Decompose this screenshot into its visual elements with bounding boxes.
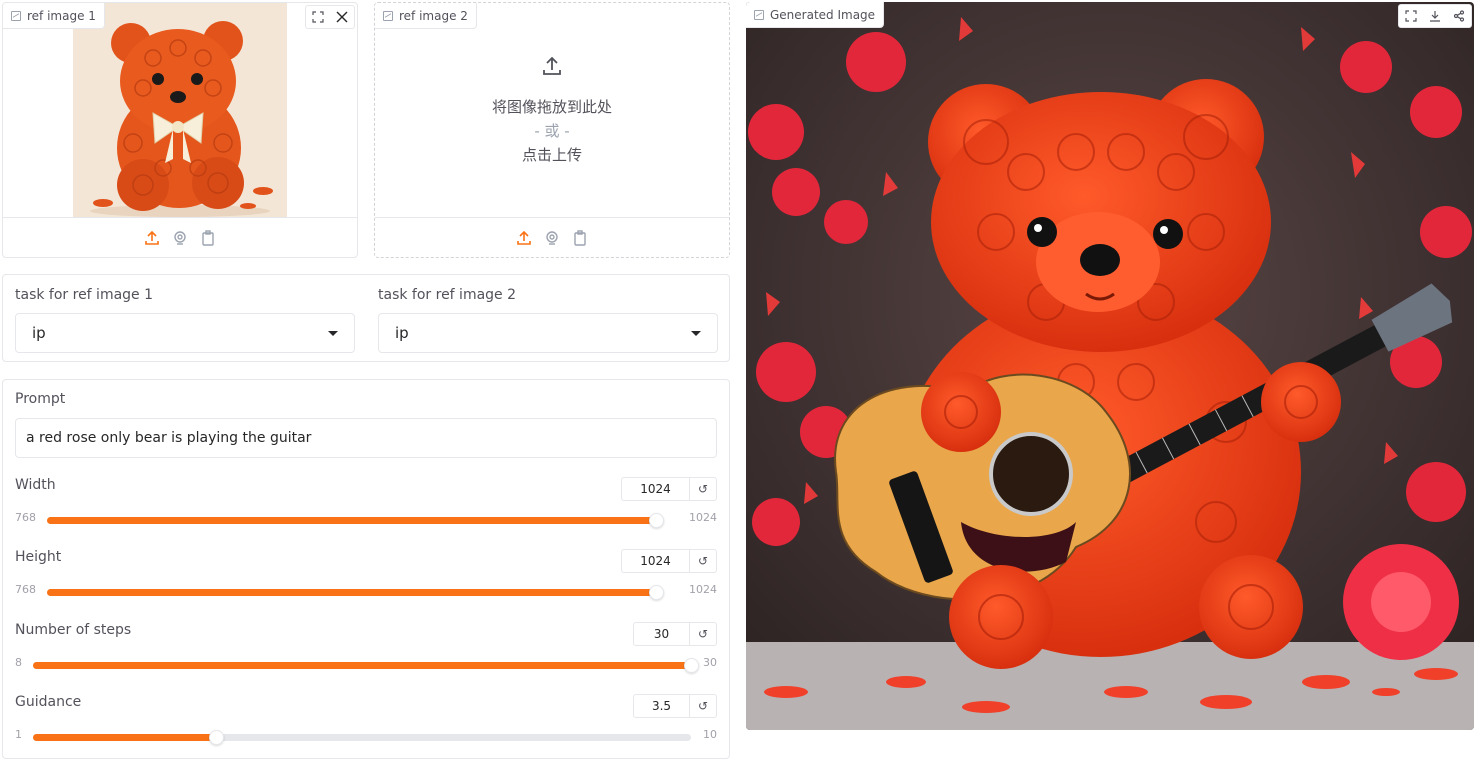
drop-text: 将图像拖放到此处 bbox=[491, 97, 612, 116]
image-icon bbox=[754, 9, 764, 20]
task-1-dropdown[interactable]: ip bbox=[15, 313, 355, 353]
slider-fill bbox=[33, 734, 216, 741]
prompt-label: Prompt bbox=[15, 391, 66, 407]
slider-guidance: Guidance 3.5 ↺ 1 10 bbox=[15, 694, 717, 758]
slider-max: 1024 bbox=[689, 511, 717, 524]
ref-image-2-label-tag: ref image 2 bbox=[375, 3, 477, 29]
slider-label: Height bbox=[15, 549, 62, 565]
slider-max: 30 bbox=[703, 656, 717, 669]
slider-fill bbox=[47, 517, 656, 524]
slider-label: Guidance bbox=[15, 694, 82, 710]
webcam-icon[interactable] bbox=[172, 230, 188, 246]
slider-thumb[interactable] bbox=[649, 513, 664, 528]
upload-icon bbox=[540, 54, 564, 85]
chevron-down-icon bbox=[691, 330, 701, 336]
settings-panel: Prompt a red rose only bear is playing t… bbox=[2, 379, 730, 759]
close-icon[interactable] bbox=[330, 6, 354, 28]
chevron-down-icon bbox=[328, 330, 338, 336]
reset-icon[interactable]: ↺ bbox=[690, 478, 716, 500]
download-icon[interactable] bbox=[1423, 5, 1447, 27]
slider-track[interactable] bbox=[33, 658, 699, 673]
slider-fill bbox=[33, 662, 691, 669]
prompt-input[interactable]: a red rose only bear is playing the guit… bbox=[15, 418, 717, 458]
slider-fill bbox=[47, 589, 656, 596]
ref-image-1-controls bbox=[305, 5, 355, 29]
slider-max: 10 bbox=[703, 728, 717, 741]
task-2-value: ip bbox=[395, 324, 409, 342]
slider-track[interactable] bbox=[47, 513, 664, 528]
reset-icon[interactable]: ↺ bbox=[690, 695, 716, 717]
ref-image-2-dropzone[interactable]: 将图像拖放到此处 - 或 - 点击上传 bbox=[375, 3, 729, 217]
slider-min: 8 bbox=[15, 656, 22, 669]
clipboard-icon[interactable] bbox=[572, 229, 588, 246]
clipboard-icon[interactable] bbox=[200, 229, 216, 246]
slider-max: 1024 bbox=[689, 583, 717, 596]
ref-image-2-panel[interactable]: ref image 2 将图像拖放到此处 - 或 - 点击上传 bbox=[374, 2, 730, 258]
upload-icon[interactable] bbox=[516, 230, 532, 246]
task-1-value: ip bbox=[32, 324, 46, 342]
generated-image bbox=[746, 2, 1474, 730]
generated-image-controls bbox=[1398, 4, 1472, 28]
click-upload-text: 点击上传 bbox=[521, 145, 582, 164]
task-2-dropdown[interactable]: ip bbox=[378, 313, 718, 353]
fullscreen-icon[interactable] bbox=[1399, 5, 1423, 27]
number-input[interactable]: 1024 ↺ bbox=[621, 549, 717, 573]
webcam-icon[interactable] bbox=[544, 230, 560, 246]
number-value[interactable]: 1024 bbox=[622, 550, 690, 572]
number-input[interactable]: 1024 ↺ bbox=[621, 477, 717, 501]
ref-image-1-label-tag: ref image 1 bbox=[3, 3, 105, 29]
number-value[interactable]: 3.5 bbox=[634, 695, 690, 717]
slider-label: Number of steps bbox=[15, 622, 132, 638]
share-icon[interactable] bbox=[1447, 5, 1471, 27]
reset-icon[interactable]: ↺ bbox=[690, 550, 716, 572]
ref-image-2-label: ref image 2 bbox=[399, 8, 468, 23]
slider-min: 1 bbox=[15, 728, 22, 741]
upload-icon[interactable] bbox=[144, 230, 160, 246]
slider-label: Width bbox=[15, 477, 56, 493]
slider-track[interactable] bbox=[47, 585, 664, 600]
slider-thumb[interactable] bbox=[684, 658, 699, 673]
ref-image-1-preview bbox=[73, 3, 287, 217]
number-value[interactable]: 30 bbox=[634, 623, 690, 645]
ref-image-2-toolbar bbox=[375, 217, 729, 257]
task-1-label: task for ref image 1 bbox=[15, 287, 154, 303]
or-text: - 或 - bbox=[534, 121, 570, 140]
image-icon bbox=[11, 10, 21, 21]
prompt-value: a red rose only bear is playing the guit… bbox=[26, 430, 312, 446]
slider-track[interactable] bbox=[33, 730, 691, 745]
generated-image-label-tag: Generated Image bbox=[746, 2, 885, 28]
generated-image-panel: Generated Image bbox=[746, 2, 1474, 730]
task-2-label: task for ref image 2 bbox=[378, 287, 517, 303]
slider-min: 768 bbox=[15, 511, 36, 524]
slider-height: Height 1024 ↺ 768 1024 bbox=[15, 549, 717, 619]
reset-icon[interactable]: ↺ bbox=[690, 623, 716, 645]
slider-width: Width 1024 ↺ 768 1024 bbox=[15, 477, 717, 547]
slider-number-of-steps: Number of steps 30 ↺ 8 30 bbox=[15, 622, 717, 692]
task-panel: task for ref image 1 ip task for ref ima… bbox=[2, 274, 730, 362]
slider-thumb[interactable] bbox=[208, 730, 224, 745]
number-input[interactable]: 3.5 ↺ bbox=[633, 694, 717, 718]
generated-image-label: Generated Image bbox=[770, 7, 876, 22]
ref-image-1-label: ref image 1 bbox=[27, 8, 96, 23]
number-input[interactable]: 30 ↺ bbox=[633, 622, 717, 646]
slider-min: 768 bbox=[15, 583, 36, 596]
number-value[interactable]: 1024 bbox=[622, 478, 690, 500]
image-icon bbox=[383, 10, 393, 21]
fullscreen-icon[interactable] bbox=[306, 6, 330, 28]
ref-image-1-panel: ref image 1 bbox=[2, 2, 358, 258]
slider-thumb[interactable] bbox=[649, 585, 664, 600]
ref-image-1-toolbar bbox=[3, 217, 357, 257]
